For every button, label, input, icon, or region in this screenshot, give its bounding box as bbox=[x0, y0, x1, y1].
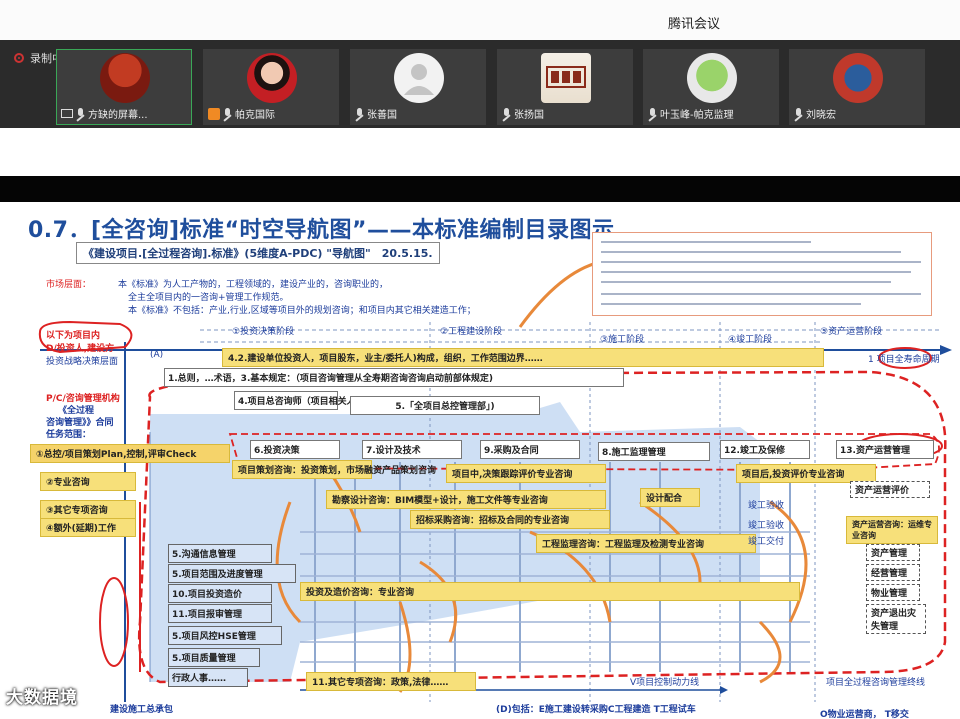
band-tender: 招标采购咨询：招标及合同的专业咨询 bbox=[410, 510, 610, 529]
band-other-special: 11.其它专项咨询：政策,法律…… bbox=[306, 672, 476, 691]
participant-name: 帕克国际 bbox=[235, 110, 275, 121]
right-box-asset-mgmt: 资产管理 bbox=[866, 544, 920, 561]
avatar bbox=[687, 53, 737, 103]
general-rules-box: 1.总则，…术语，3.基本规定：（项目咨询管理从全寿期咨询咨询启动前部体规定) bbox=[164, 368, 624, 387]
avatar bbox=[394, 53, 444, 103]
side-box-admin: 行政人事…… bbox=[168, 668, 248, 687]
small-label-3: 竣工交付 bbox=[748, 537, 785, 547]
band-survey-design: 勘察设计咨询：BIM模型+设计，施工文件等专业咨询 bbox=[326, 490, 606, 509]
participant-tile-6[interactable]: 刘晓宏 bbox=[789, 49, 925, 125]
band-design-support: 设计配合 bbox=[640, 488, 700, 507]
phase-box-supervise: 8.施工监理管理 bbox=[598, 442, 710, 461]
side-box-approval: 11.项目报审管理 bbox=[168, 604, 272, 623]
avatar bbox=[833, 53, 883, 103]
participant-name: 张扬国 bbox=[514, 110, 544, 121]
axis-mark: (A) bbox=[150, 350, 164, 360]
participant-name: 刘晓宏 bbox=[806, 110, 836, 121]
slide-subtitle: 《建设项目.[全过程咨询].标准》(5维度A-PDC) "导航图" 20.5.1… bbox=[76, 242, 440, 264]
left-small-label: 投资战略决策层面 bbox=[46, 357, 119, 367]
left-item-2: ②专业咨询 bbox=[40, 472, 136, 491]
participant-name: 张善国 bbox=[367, 110, 397, 121]
phase-label-2: ②工程建设阶段 bbox=[440, 327, 503, 337]
participant-name: 方缺的屏幕... bbox=[88, 110, 148, 121]
top-arrow-band: 4.2.建设单位投资人，项目股东，业主/委托人)构成，组织，工作范围边界…… bbox=[222, 348, 824, 367]
right-box-operation: 经营管理 bbox=[866, 564, 920, 581]
axis-end-label: 1 项目全寿命周期 bbox=[868, 355, 940, 365]
bottom-arrow-label: V项目控制动力线 bbox=[630, 678, 700, 688]
mic-icon bbox=[76, 107, 85, 120]
mic-icon bbox=[794, 107, 803, 120]
bottom-right-label-1: 项目全过程咨询管理终线 bbox=[826, 678, 926, 688]
side-box-invest-cost: 10.项目投资造价 bbox=[168, 584, 272, 603]
paragraph-line-2: 全主全项目内的一咨询+管理工作规范。 bbox=[128, 293, 289, 303]
side-box-communication: 5.沟通信息管理 bbox=[168, 544, 272, 563]
side-box-quality: 5.项目质量管理 bbox=[168, 648, 260, 667]
phase-label-1: ①投资决策阶段 bbox=[232, 327, 295, 337]
right-box-exit: 资产退出灾失管理 bbox=[866, 604, 926, 634]
left-item-3: ③其它专项咨询 bbox=[40, 500, 136, 519]
phase-label-3: ③施工阶段 bbox=[600, 335, 645, 345]
host-badge-icon bbox=[208, 107, 220, 120]
paragraph-line-1: 本《标准》为人工产物的，工程领域的，建设产业的，咨询职业的， bbox=[118, 280, 389, 290]
small-label-2: 竣工验收 bbox=[748, 521, 785, 531]
title-bar: 腾讯会议 bbox=[0, 0, 960, 40]
consultant-box: 4.项目总咨询师（项目相关人） bbox=[234, 391, 365, 410]
band-cost-consulting: 投资及造价咨询：专业咨询 bbox=[300, 582, 800, 601]
mic-icon bbox=[502, 107, 511, 120]
app-title: 腾讯会议 bbox=[668, 17, 721, 32]
right-box-asset-consult: 资产运营咨询：运维专业咨询 bbox=[846, 516, 938, 544]
side-box-risk: 5.项目风控HSE管理 bbox=[168, 626, 282, 645]
side-box-scope: 5.项目范围及进度管理 bbox=[168, 564, 296, 583]
participant-tile-5[interactable]: 叶玉峰-帕克监理 bbox=[643, 49, 779, 125]
phase-box-design: 7.设计及技术 bbox=[362, 440, 462, 459]
market-label: 市场层面： bbox=[46, 280, 92, 290]
left-item-1: ①总控/项目策划Plan,控制,评审Check bbox=[30, 444, 230, 463]
mic-icon bbox=[355, 107, 364, 120]
pmo-box: 5.「全项目总控管理部」) bbox=[350, 396, 540, 415]
left-red-label-2: D/投资人,建设方 bbox=[46, 344, 115, 354]
phase-box-asset: 13.资产运营管理 bbox=[836, 440, 934, 459]
slide-title: 0.7．[全咨询]标准“时空导航图”——本标准编制目录图示 bbox=[28, 218, 615, 243]
left-red-label-1: 以下为项目内 bbox=[46, 331, 101, 341]
mic-icon bbox=[223, 107, 232, 120]
right-box-asset-eval: 资产运营评价 bbox=[850, 481, 930, 498]
left-blue-label-3: 任务范围： bbox=[46, 430, 92, 440]
bottom-center-label: (D)包括：E施工建设转采购C工程建造 T工程试车 bbox=[496, 705, 696, 715]
participant-tile-3[interactable]: 张善国 bbox=[350, 49, 486, 125]
participant-tile-4[interactable]: 张扬国 bbox=[497, 49, 633, 125]
phase-box-invest: 6.投资决策 bbox=[250, 440, 340, 459]
avatar bbox=[541, 53, 591, 103]
band-project-planning: 项目策划咨询：投资策划，市场融资产品策划咨询 bbox=[232, 460, 436, 479]
watermark-logo: 大数据境 bbox=[6, 688, 78, 708]
participant-name: 叶玉峰-帕克监理 bbox=[660, 110, 734, 121]
note-box bbox=[592, 232, 932, 316]
bottom-left-label: 建设施工总承包 bbox=[110, 705, 174, 715]
paragraph-line-3: 本《标准》不包括：产业,行业,区域等项目外的规划咨询；和项目内其它相关建造工作； bbox=[128, 306, 476, 316]
phase-label-5: ⑤资产运营阶段 bbox=[820, 327, 883, 337]
avatar bbox=[100, 53, 150, 103]
bottom-right-label-2: O物业运营商， T移交 bbox=[820, 710, 909, 719]
mic-icon bbox=[648, 107, 657, 120]
phase-label-4: ④竣工阶段 bbox=[728, 335, 773, 345]
screen-share-border bbox=[0, 176, 960, 202]
avatar bbox=[247, 53, 297, 103]
phase-box-procure: 9.采购及合同 bbox=[480, 440, 580, 459]
band-supervision: 工程监理咨询：工程监理及检测专业咨询 bbox=[536, 534, 756, 553]
participant-tile-1[interactable]: 方缺的屏幕... bbox=[56, 49, 192, 125]
left-item-4: ④额外(延期)工作 bbox=[40, 518, 136, 537]
small-label-1: 竣工验收 bbox=[748, 501, 785, 511]
record-icon bbox=[14, 53, 24, 63]
screen-share-icon bbox=[61, 109, 73, 118]
shared-slide: 0.7．[全咨询]标准“时空导航图”——本标准编制目录图示 《建设项目.[全过程… bbox=[0, 202, 960, 719]
phase-box-completion: 12.竣工及保修 bbox=[720, 440, 810, 459]
band-mid-evaluation: 项目中,决策跟踪评价专业咨询 bbox=[446, 464, 606, 483]
right-box-property: 物业管理 bbox=[866, 584, 920, 601]
participant-tile-2[interactable]: 帕克国际 bbox=[203, 49, 339, 125]
